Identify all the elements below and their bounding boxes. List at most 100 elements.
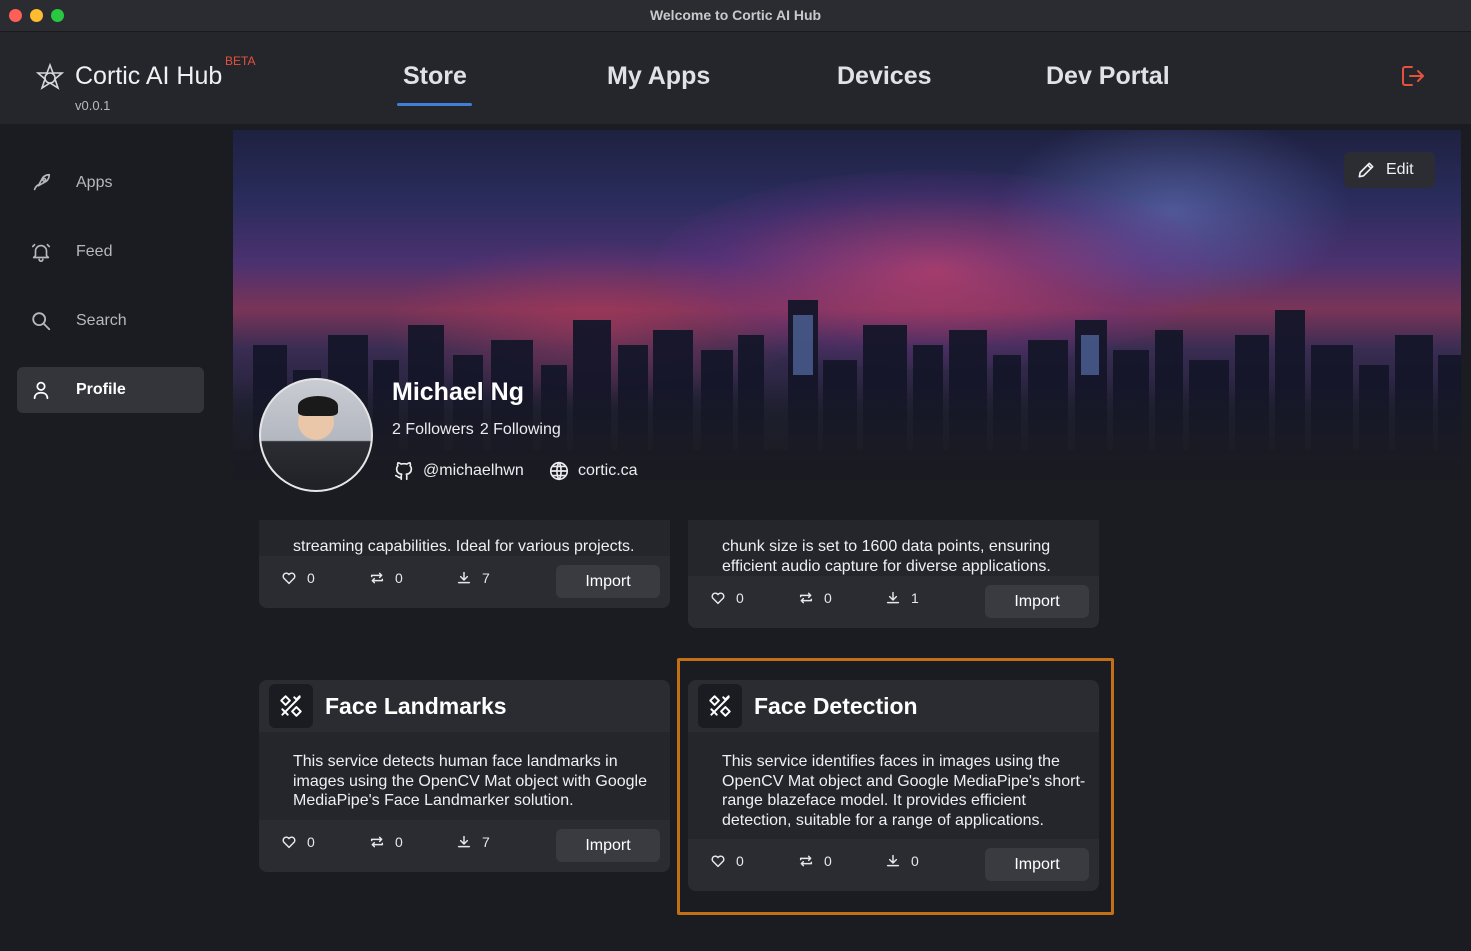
import-button[interactable]: Import [985, 848, 1089, 881]
search-icon [18, 298, 64, 344]
github-handle: @michaelhwn [423, 462, 524, 479]
download-icon [457, 571, 471, 584]
repost-icon [799, 855, 813, 867]
logout-icon[interactable] [1398, 62, 1426, 90]
import-button[interactable]: Import [985, 585, 1089, 618]
sidebar-item-label: Profile [76, 381, 126, 398]
app-card-description-line: chunk size is set to 1600 data points, e… [722, 538, 1051, 555]
website-link[interactable]: cortic.ca [548, 460, 638, 482]
sidebar-item-search[interactable]: Search [17, 298, 204, 344]
sidebar-item-profile[interactable]: Profile [17, 367, 204, 413]
following-link[interactable]: 2 Following [480, 421, 561, 438]
sidebar-item-label: Search [76, 312, 127, 329]
app-card-header: Face Landmarks [259, 680, 670, 732]
download-stat: 7 [456, 570, 490, 586]
repost-icon [370, 572, 384, 584]
apps-grid: streaming capabilities. Ideal for variou… [233, 520, 1461, 940]
nav-active-indicator [397, 103, 472, 106]
avatar [259, 378, 373, 492]
app-header: Cortic AI Hub BETA v0.0.1 Store My Apps … [0, 32, 1471, 124]
github-link[interactable]: @michaelhwn [393, 460, 524, 482]
share-count: 0 [395, 834, 403, 850]
share-stat[interactable]: 0 [798, 590, 832, 606]
app-card-description-line: efficient audio capture for diverse appl… [722, 557, 1051, 575]
nav-dev-portal[interactable]: Dev Portal [1046, 62, 1170, 91]
nav-store[interactable]: Store [403, 62, 467, 91]
sidebar-item-label: Apps [76, 174, 113, 191]
app-card-face-landmarks: Face Landmarks This service detects huma… [259, 680, 670, 872]
heart-icon [711, 592, 725, 605]
app-version: v0.0.1 [75, 98, 111, 113]
share-stat[interactable]: 0 [798, 853, 832, 869]
download-stat: 0 [885, 853, 919, 869]
import-button[interactable]: Import [556, 829, 660, 862]
tools-icon [269, 684, 313, 728]
nav-my-apps[interactable]: My Apps [607, 62, 710, 91]
download-count: 7 [482, 570, 490, 586]
share-count: 0 [824, 590, 832, 606]
like-stat[interactable]: 0 [710, 590, 744, 606]
like-count: 0 [307, 834, 315, 850]
like-count: 0 [736, 590, 744, 606]
website-url: cortic.ca [578, 462, 638, 479]
followers-link[interactable]: 2 Followers [392, 421, 474, 438]
pencil-icon [1358, 162, 1374, 178]
download-icon [886, 591, 900, 604]
app-card-footer: 0 0 7 Import [259, 556, 670, 608]
download-count: 0 [911, 853, 919, 869]
download-count: 7 [482, 834, 490, 850]
import-button[interactable]: Import [556, 565, 660, 598]
user-icon [18, 367, 64, 413]
share-count: 0 [395, 570, 403, 586]
window-title: Welcome to Cortic AI Hub [649, 7, 822, 23]
sidebar-item-feed[interactable]: Feed [17, 229, 204, 275]
rocket-icon [18, 160, 64, 206]
app-card-description: streaming capabilities. Ideal for variou… [293, 538, 635, 555]
globe-icon [549, 461, 569, 481]
app-card-title[interactable]: Face Detection [754, 693, 918, 720]
github-icon [394, 461, 413, 481]
heart-icon [282, 836, 296, 849]
app-card-description: chunk size is set to 1600 data points, e… [722, 537, 1082, 576]
app-card-header: Face Detection [688, 680, 1099, 732]
repost-icon [370, 836, 384, 848]
download-icon [457, 835, 471, 848]
app-card: chunk size is set to 1600 data points, e… [688, 520, 1099, 628]
app-card-footer: 0 0 1 Import [688, 576, 1099, 628]
download-count: 1 [911, 590, 919, 606]
window-titlebar: Welcome to Cortic AI Hub [0, 0, 1471, 32]
like-count: 0 [736, 853, 744, 869]
download-stat: 7 [456, 834, 490, 850]
cortic-logo-icon [35, 62, 65, 90]
app-card-description: This service detects human face landmark… [293, 753, 647, 809]
nav-devices[interactable]: Devices [837, 62, 932, 91]
app-card-footer: 0 0 0 Import [688, 839, 1099, 891]
profile-name: Michael Ng [392, 378, 524, 406]
share-stat[interactable]: 0 [369, 570, 403, 586]
heart-icon [282, 572, 296, 585]
app-card: streaming capabilities. Ideal for variou… [259, 520, 670, 608]
repost-icon [799, 592, 813, 604]
brand-name: Cortic AI Hub [75, 62, 223, 90]
like-count: 0 [307, 570, 315, 586]
download-stat: 1 [885, 590, 919, 606]
edit-profile-button[interactable]: Edit [1344, 152, 1435, 188]
app-card-face-detection: Face Detection This service identifies f… [688, 680, 1099, 891]
share-stat[interactable]: 0 [369, 834, 403, 850]
tools-icon [698, 684, 742, 728]
bell-icon [18, 229, 64, 275]
app-card-title[interactable]: Face Landmarks [325, 693, 507, 720]
sidebar-item-apps[interactable]: Apps [17, 160, 204, 206]
beta-badge: BETA [225, 54, 256, 68]
like-stat[interactable]: 0 [710, 853, 744, 869]
sidebar-item-label: Feed [76, 243, 113, 260]
download-icon [886, 854, 900, 867]
like-stat[interactable]: 0 [281, 834, 315, 850]
app-card-description: This service identifies faces in images … [722, 753, 1086, 829]
edit-label: Edit [1386, 161, 1414, 178]
like-stat[interactable]: 0 [281, 570, 315, 586]
share-count: 0 [824, 853, 832, 869]
app-card-footer: 0 0 7 Import [259, 820, 670, 872]
heart-icon [711, 855, 725, 868]
profile-follow-counts: 2 Followers 2 Following [392, 421, 561, 439]
